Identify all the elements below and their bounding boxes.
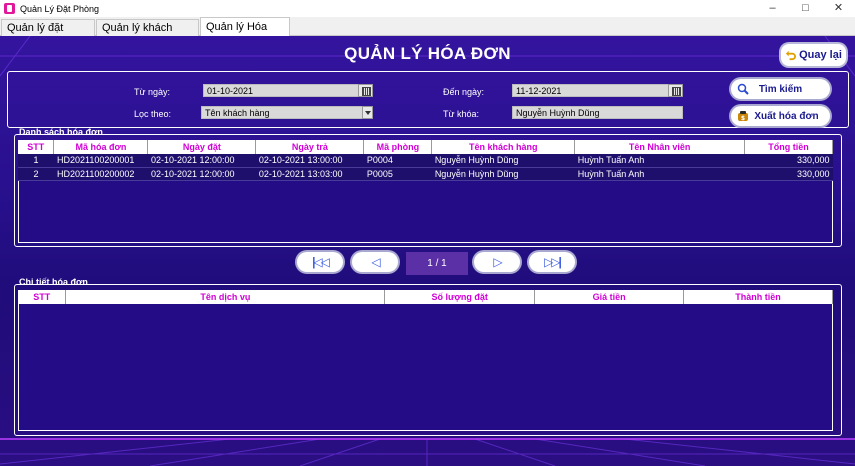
keyword-label: Từ khóa:	[443, 109, 480, 119]
tab-khach-hang[interactable]: Quản lý khách hàng	[96, 19, 199, 50]
table-cell: 1	[18, 154, 54, 168]
maximize-icon[interactable]: □	[789, 0, 822, 17]
main-panel: QUẢN LÝ HÓA ĐƠN Quay lại Từ ngày: 01-10-…	[0, 36, 855, 466]
invoice-detail-title: Chi tiết hóa đơn	[19, 277, 88, 287]
column-header[interactable]: Ngày đặt	[147, 140, 257, 154]
column-header[interactable]: Tên khách hàng	[431, 140, 576, 154]
keyword-value: Nguyễn Huỳnh Dũng	[516, 108, 600, 118]
minimize-icon[interactable]: –	[756, 0, 789, 17]
filter-by-select[interactable]: Tên khách hàng	[201, 106, 373, 119]
prev-page-button[interactable]: ◁	[352, 252, 398, 272]
tab-dat-phong[interactable]: Quản lý đặt phòng	[1, 19, 95, 50]
next-page-icon: ▷	[493, 255, 502, 269]
to-date-label: Đến ngày:	[443, 87, 485, 97]
from-date-field[interactable]: 01-10-2021	[203, 84, 373, 97]
from-date-label: Từ ngày:	[134, 87, 171, 97]
invoice-list-title: Danh sách hóa đơn	[19, 127, 103, 137]
detail-header-row: STT Tên dịch vụ Số lượng đặt Giá tiền Th…	[18, 290, 833, 304]
detail-grid-body	[18, 290, 833, 431]
column-header[interactable]: STT	[18, 290, 67, 304]
table-cell: 2	[18, 167, 54, 181]
column-header[interactable]: Thành tiền	[683, 290, 833, 304]
filter-group	[7, 71, 849, 128]
app-icon	[4, 3, 15, 14]
column-header[interactable]: Tên Nhân viên	[574, 140, 746, 154]
page-indicator: 1 / 1	[406, 252, 468, 275]
column-header[interactable]: Mã phòng	[363, 140, 433, 154]
column-header[interactable]: Số lượng đặt	[384, 290, 536, 304]
column-header[interactable]: Giá tiền	[534, 290, 685, 304]
table-cell: 02-10-2021 13:00:00	[255, 154, 364, 168]
tab-hoa-don[interactable]: Quản lý Hóa đơn	[200, 17, 290, 52]
window-controls: – □ ✕	[756, 0, 855, 17]
svg-text:$: $	[741, 115, 745, 122]
calendar-icon[interactable]	[668, 84, 683, 97]
table-cell: 02-10-2021 12:00:00	[147, 154, 256, 168]
first-page-button[interactable]: |◁◁	[297, 252, 343, 272]
table-cell: HD2021100200002	[53, 167, 148, 181]
window-titlebar: Quản Lý Đặt Phòng – □ ✕	[0, 0, 855, 17]
column-header[interactable]: Ngày trả	[255, 140, 365, 154]
keyword-input[interactable]: Nguyễn Huỳnh Dũng	[512, 106, 683, 119]
table-cell: P0004	[363, 154, 432, 168]
back-button[interactable]: Quay lại	[781, 44, 846, 66]
column-header[interactable]: Mã hóa đơn	[53, 140, 149, 154]
to-date-value: 11-12-2021	[516, 86, 562, 96]
table-cell: HD2021100200001	[53, 154, 148, 168]
table-cell: Nguyễn Huỳnh Dũng	[431, 154, 575, 168]
detail-table: STT Tên dịch vụ Số lượng đặt Giá tiền Th…	[18, 290, 833, 304]
table-row[interactable]: 2 HD2021100200002 02-10-2021 12:00:00 02…	[18, 167, 833, 181]
invoice-table: STT Mã hóa đơn Ngày đặt Ngày trả Mã phòn…	[18, 140, 833, 181]
to-date-field[interactable]: 11-12-2021	[512, 84, 683, 97]
from-date-value: 01-10-2021	[207, 86, 254, 96]
last-page-button[interactable]: ▷▷|	[529, 252, 575, 272]
search-button-label: Tìm kiếm	[758, 83, 803, 95]
tab-strip: Quản lý đặt phòng Quản lý khách hàng Quả…	[0, 17, 855, 52]
table-cell: 02-10-2021 13:03:00	[255, 167, 364, 181]
close-icon[interactable]: ✕	[822, 0, 855, 17]
window-title: Quản Lý Đặt Phòng	[20, 3, 100, 14]
search-button[interactable]: Tìm kiếm	[731, 79, 830, 99]
back-button-label: Quay lại	[799, 49, 842, 61]
undo-icon	[786, 50, 797, 60]
column-header[interactable]: Tên dịch vụ	[65, 290, 386, 304]
search-icon	[737, 83, 749, 95]
table-cell: 02-10-2021 12:00:00	[147, 167, 256, 181]
table-cell: Huỳnh Tuấn Anh	[574, 154, 745, 168]
column-header[interactable]: STT	[18, 140, 55, 154]
filter-by-label: Lọc theo:	[134, 109, 172, 119]
table-cell: 330,000	[744, 167, 833, 181]
invoice-header-row: STT Mã hóa đơn Ngày đặt Ngày trả Mã phòn…	[18, 140, 833, 154]
table-cell: 330,000	[744, 154, 833, 168]
export-button-label: Xuất hóa đơn	[754, 110, 819, 122]
last-page-icon: ▷▷|	[544, 255, 562, 269]
money-bag-icon: $	[738, 111, 748, 122]
next-page-button[interactable]: ▷	[474, 252, 520, 272]
first-page-icon: |◁◁	[312, 255, 330, 269]
prev-page-icon: ◁	[371, 255, 380, 269]
table-row[interactable]: 1 HD2021100200001 02-10-2021 12:00:00 02…	[18, 154, 833, 168]
export-invoice-button[interactable]: $ Xuất hóa đơn	[731, 106, 830, 126]
chevron-down-icon[interactable]	[362, 106, 373, 119]
table-cell: Nguyễn Huỳnh Dũng	[431, 167, 575, 181]
calendar-icon[interactable]	[358, 84, 373, 97]
table-cell: Huỳnh Tuấn Anh	[574, 167, 745, 181]
filter-by-value: Tên khách hàng	[205, 108, 270, 118]
table-cell: P0005	[363, 167, 432, 181]
column-header[interactable]: Tổng tiền	[744, 140, 833, 154]
page-title: QUẢN LÝ HÓA ĐƠN	[344, 44, 511, 63]
